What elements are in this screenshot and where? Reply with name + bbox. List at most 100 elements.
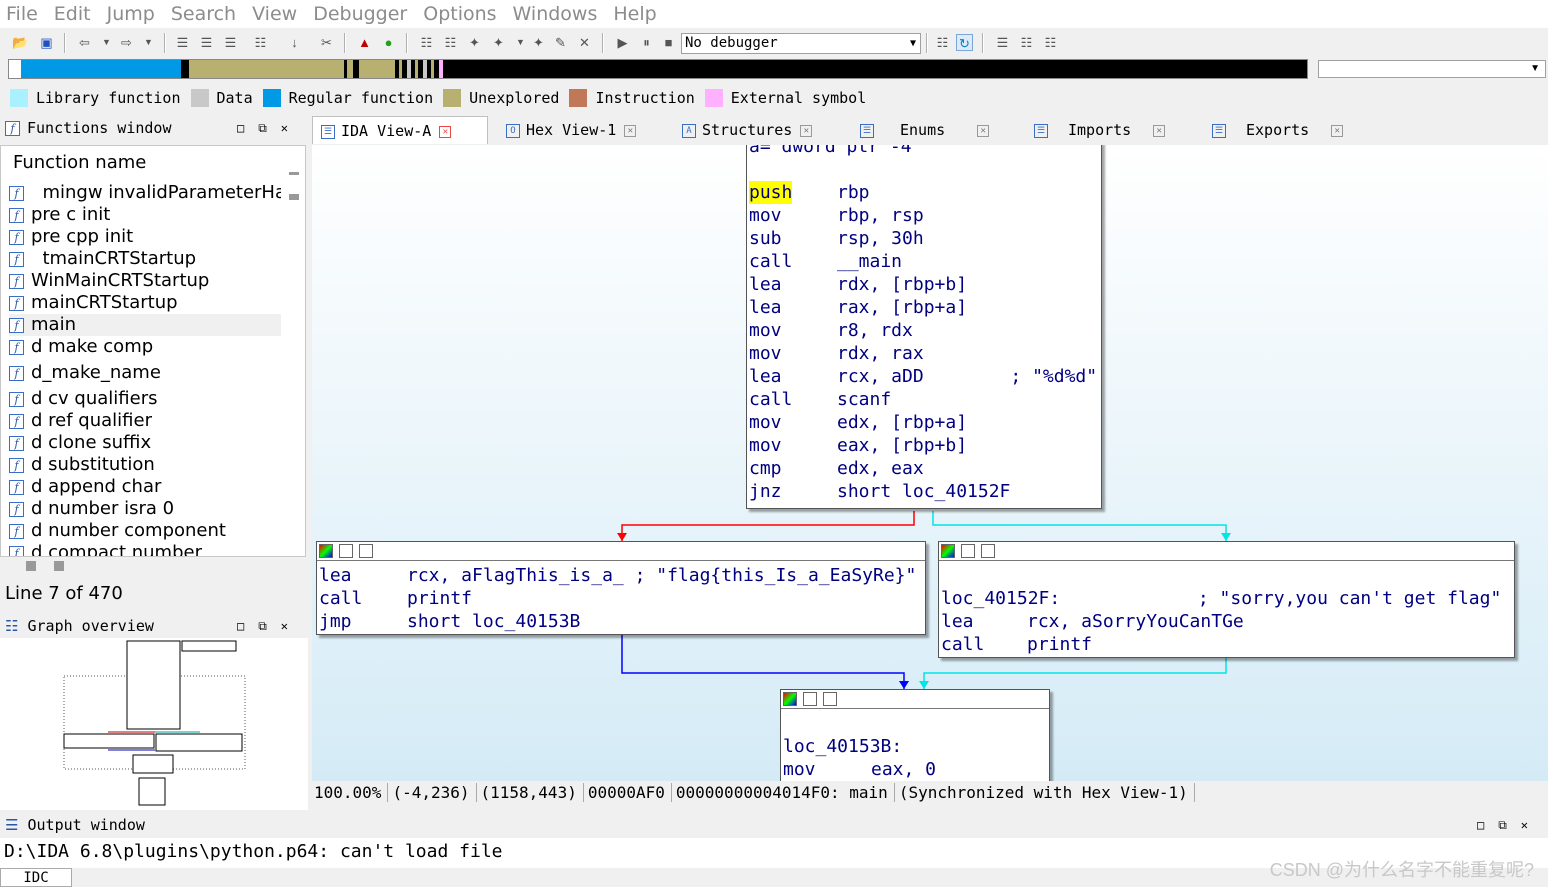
tab-imports[interactable]: ☰ Imports ✕: [1026, 116, 1186, 144]
panel-buttons[interactable]: □⧉✕: [1477, 812, 1542, 838]
node-group-icon[interactable]: [981, 544, 995, 558]
asm-operand[interactable]: rax, [rbp+a]: [837, 296, 967, 319]
asm-mnemonic[interactable]: lea: [319, 564, 352, 587]
debugger-select[interactable]: No debugger ▼: [681, 33, 921, 54]
back-dropdown-icon[interactable]: ▼: [98, 34, 115, 51]
asm-operand[interactable]: short loc_40152F: [837, 480, 1010, 503]
graph-node-sorry[interactable]: loc_40152F: ; "sorry,you can't get flag"…: [938, 541, 1515, 658]
forward-icon[interactable]: ⇨: [118, 34, 135, 51]
asm-mnemonic[interactable]: mov: [749, 204, 782, 227]
asm-operand[interactable]: rdx, rax: [837, 342, 924, 365]
function-list-item[interactable]: f pre c init: [9, 204, 281, 226]
asm-mnemonic[interactable]: call: [749, 388, 792, 411]
close-icon[interactable]: ✕: [800, 124, 813, 137]
asm-mnemonic[interactable]: lea: [749, 273, 782, 296]
function-list-item[interactable]: f mingw invalidParameterHa: [9, 182, 281, 204]
function-list-item[interactable]: f d cv qualifiers: [9, 388, 281, 410]
function-list-item[interactable]: f d clone suffix: [9, 432, 281, 454]
asm-mnemonic[interactable]: push: [749, 181, 793, 204]
asm-mnemonic[interactable]: lea: [749, 365, 782, 388]
function-list-item[interactable]: f d make comp: [9, 336, 281, 358]
function-list-item[interactable]: f main: [9, 314, 281, 336]
tab-hex-view-1[interactable]: O Hex View-1 ✕: [498, 116, 666, 144]
function-list-item[interactable]: f d number component: [9, 520, 281, 542]
asm-mnemonic[interactable]: jmp: [319, 610, 352, 633]
scrollbar[interactable]: [285, 164, 301, 544]
node-color-icon[interactable]: [783, 692, 797, 706]
asm-operand[interactable]: scanf: [837, 388, 891, 411]
name-icon[interactable]: ✎: [552, 34, 569, 51]
asm-mnemonic[interactable]: call: [941, 633, 984, 656]
graph-node-flag[interactable]: lea rcx, aFlagThis_is_a_ ; "flag{this_Is_…: [316, 541, 926, 635]
stop-icon[interactable]: ■: [660, 34, 677, 51]
menu-help[interactable]: Help: [613, 3, 656, 25]
asm-mnemonic[interactable]: sub: [749, 227, 782, 250]
asm-mnemonic[interactable]: call: [319, 587, 362, 610]
asm-mnemonic[interactable]: loc_40153B:: [783, 735, 902, 758]
panel-buttons[interactable]: □⧉✕: [237, 115, 302, 141]
asm-operand[interactable]: short loc_40153B: [407, 610, 580, 633]
asm-operand[interactable]: printf: [1027, 633, 1092, 656]
close-icon[interactable]: ✕: [1153, 124, 1166, 137]
asm-mnemonic[interactable]: loc_40152F:: [941, 587, 1060, 610]
jump-icon[interactable]: ↓: [286, 34, 303, 51]
node-rename-icon[interactable]: [961, 544, 975, 558]
open-icon[interactable]: 📂: [12, 34, 29, 51]
pause-icon[interactable]: ⏸: [638, 34, 655, 51]
asm-mnemonic[interactable]: lea: [941, 610, 974, 633]
function-list-item[interactable]: f d number isra 0: [9, 498, 281, 520]
array-icon[interactable]: ✦: [490, 34, 507, 51]
asm-operand[interactable]: __main: [837, 250, 902, 273]
menu-jump[interactable]: Jump: [107, 3, 155, 25]
asm-mnemonic[interactable]: mov: [749, 434, 782, 457]
node-rename-icon[interactable]: [339, 544, 353, 558]
delete-icon[interactable]: ✕: [576, 34, 593, 51]
asm-operand[interactable]: rcx, aDD ; "%d%d": [837, 365, 1097, 388]
code-icon[interactable]: ☷: [418, 34, 435, 51]
menu-edit[interactable]: Edit: [54, 3, 91, 25]
tab-ida-view-a[interactable]: ☰ IDA View-A ✕: [312, 116, 488, 144]
menu-view[interactable]: View: [252, 3, 297, 25]
asm-operand[interactable]: rcx, aSorryYouCanTGe: [1027, 610, 1244, 633]
asm-operand[interactable]: printf: [407, 587, 472, 610]
back-icon[interactable]: ⇦: [76, 34, 93, 51]
graph-node-main[interactable]: a= dword ptr -4 push rbp mov rbp, rsp sub rsp,…: [746, 145, 1102, 509]
asm-operand[interactable]: rbp, rsp: [837, 204, 924, 227]
function-list-item[interactable]: f d_make_name: [9, 362, 281, 384]
function-list-item[interactable]: f WinMainCRTStartup: [9, 270, 281, 292]
graph-node-return[interactable]: loc_40153B: mov eax, 0: [780, 689, 1050, 781]
asm-mnemonic[interactable]: mov: [749, 342, 782, 365]
function-list-item[interactable]: f d ref qualifier: [9, 410, 281, 432]
debug-mode-icon[interactable]: ☷: [934, 34, 951, 51]
nav-segment-select[interactable]: ▼: [1318, 60, 1546, 78]
close-icon[interactable]: ✕: [1331, 124, 1344, 137]
node-group-icon[interactable]: [359, 544, 373, 558]
data-icon[interactable]: ☷: [442, 34, 459, 51]
function-list-item[interactable]: f d compact number: [9, 542, 281, 556]
graph-overview[interactable]: [0, 638, 308, 810]
asm-operand[interactable]: ; "sorry,you can't get flag": [1057, 587, 1501, 610]
array-dropdown-icon[interactable]: ▼: [512, 34, 529, 51]
asm-operand[interactable]: rcx, aFlagThis_is_a_ ; "flag{this_Is_a_E…: [407, 564, 916, 587]
function-list-item[interactable]: f mainCRTStartup: [9, 292, 281, 314]
graph-warning-icon[interactable]: ▲: [356, 34, 373, 51]
asm-operand[interactable]: rbp: [837, 181, 870, 204]
asm-operand[interactable]: eax, [rbp+b]: [837, 434, 967, 457]
asm-mnemonic[interactable]: mov: [749, 319, 782, 342]
functions-hscroll[interactable]: [0, 557, 308, 575]
close-icon[interactable]: ✕: [439, 125, 452, 138]
text-search-icon[interactable]: ☰: [198, 34, 215, 51]
struct-icon[interactable]: ✦: [466, 34, 483, 51]
segments-icon[interactable]: ☷: [252, 34, 269, 51]
start-debug-icon[interactable]: ▶: [614, 34, 631, 51]
asm-mnemonic[interactable]: mov: [783, 758, 816, 781]
asm-mnemonic[interactable]: call: [749, 250, 792, 273]
asm-mnemonic[interactable]: cmp: [749, 457, 782, 480]
save-icon[interactable]: ▣: [38, 34, 55, 51]
tab-structures[interactable]: A Structures ✕: [674, 116, 834, 144]
menu-windows[interactable]: Windows: [513, 3, 598, 25]
menu-file[interactable]: File: [6, 3, 38, 25]
navigation-band[interactable]: [8, 59, 1308, 79]
asm-operand[interactable]: edx, [rbp+a]: [837, 411, 967, 434]
node-group-icon[interactable]: [823, 692, 837, 706]
